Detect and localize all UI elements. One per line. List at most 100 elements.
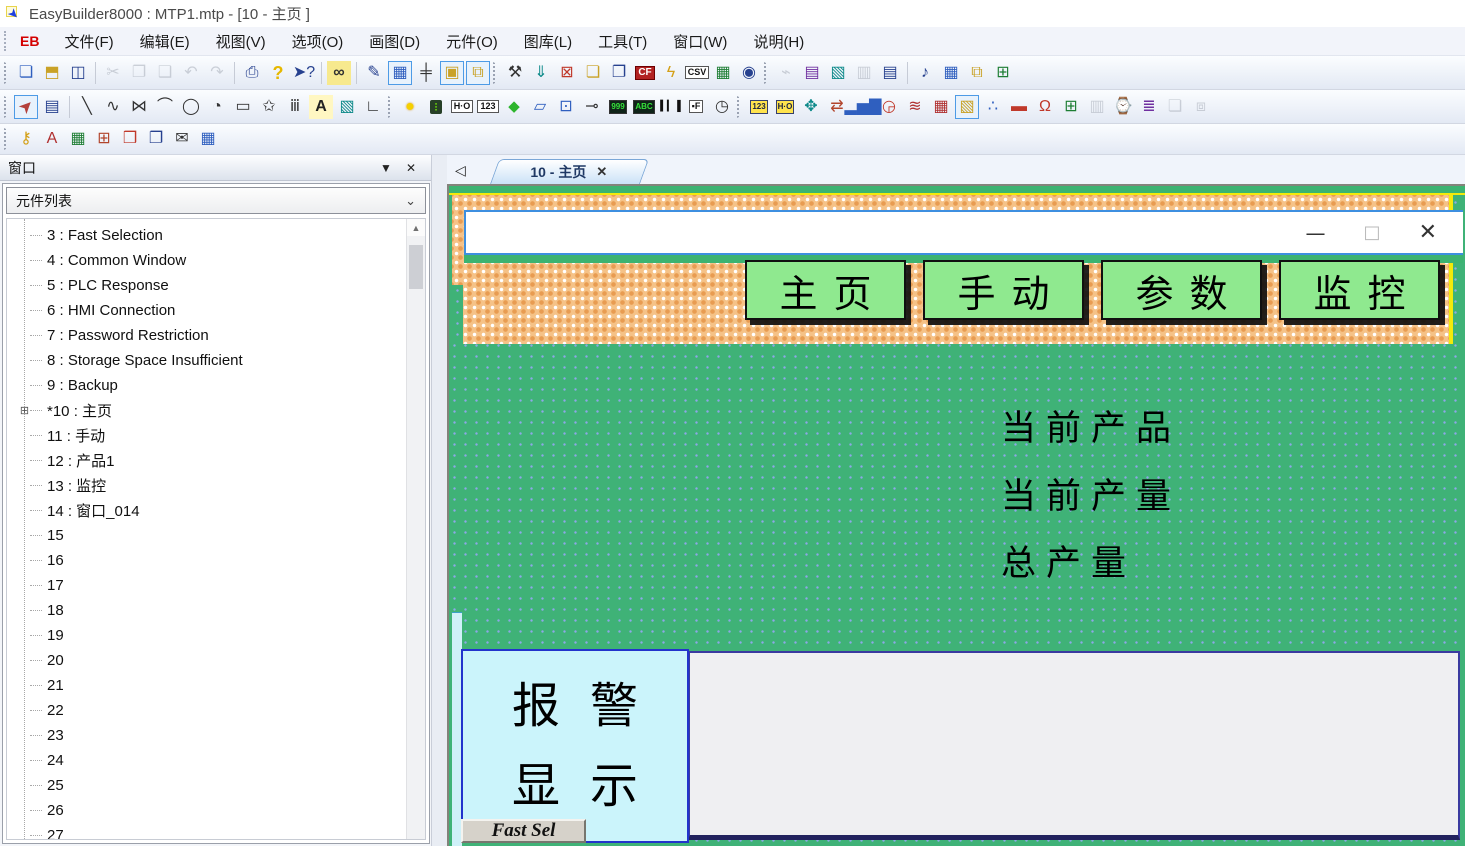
- picture-manager-icon[interactable]: ▧: [826, 61, 850, 85]
- tab-close-icon[interactable]: ✕: [596, 164, 607, 180]
- menu-grip[interactable]: [4, 31, 12, 51]
- tree-item[interactable]: 25: [7, 773, 405, 798]
- clipboard-clock-icon[interactable]: ❒: [118, 127, 142, 151]
- panel-close-icon[interactable]: ✕: [399, 161, 423, 175]
- open-file-icon[interactable]: ⬒: [40, 61, 64, 85]
- scrollbar-thumb[interactable]: [409, 245, 423, 289]
- picture-view-icon[interactable]: ▧: [955, 95, 979, 119]
- data-sampling-icon[interactable]: ≣: [1137, 95, 1161, 119]
- cf-card-icon[interactable]: CF: [633, 61, 657, 85]
- circle-icon[interactable]: ◯: [179, 95, 203, 119]
- save-icon[interactable]: ◫: [66, 61, 90, 85]
- usb-download-icon[interactable]: ⌁: [774, 61, 798, 85]
- design-top-strip[interactable]: [449, 186, 1465, 195]
- toolbar-icon[interactable]: [907, 62, 908, 84]
- schedule-icon[interactable]: ⊞: [92, 127, 116, 151]
- set-value-display-icon[interactable]: 123: [747, 95, 771, 119]
- timer-icon[interactable]: ◷: [710, 95, 734, 119]
- numeric-display-icon[interactable]: 999: [606, 95, 630, 119]
- toolbar-icon[interactable]: [4, 96, 9, 118]
- design-nav-button[interactable]: 参数: [1101, 260, 1262, 320]
- tree-item[interactable]: 15: [7, 523, 405, 548]
- tree-item[interactable]: 13 : 监控: [7, 473, 405, 498]
- context-help-icon[interactable]: ➤?: [292, 61, 316, 85]
- tree-item[interactable]: 3 : Fast Selection: [7, 223, 405, 248]
- tree-item[interactable]: ⊞ *10 : 主页: [7, 398, 405, 423]
- toolbar-icon[interactable]: [4, 62, 9, 84]
- fast-sel-button[interactable]: Fast Sel: [461, 819, 586, 843]
- scroll-up-icon[interactable]: ▲: [407, 219, 425, 236]
- tab-10-main-page[interactable]: 10 - 主页 ✕: [490, 159, 640, 184]
- data-table-icon[interactable]: ▦: [711, 61, 735, 85]
- label-library-icon[interactable]: ⧉: [965, 61, 989, 85]
- set-word-display-icon[interactable]: H·O: [773, 95, 797, 119]
- address-book-icon[interactable]: ▤: [800, 61, 824, 85]
- find-address-icon[interactable]: ∞: [327, 61, 351, 85]
- menu-item[interactable]: 图库(L): [511, 28, 585, 55]
- extended-function-icon[interactable]: ▪F: [684, 95, 708, 119]
- trend-display-icon[interactable]: ≋: [903, 95, 927, 119]
- scale-icon[interactable]: ⅲ: [283, 95, 307, 119]
- copy-window-icon[interactable]: ❐: [144, 127, 168, 151]
- bar-graph-icon[interactable]: ▂▅▇: [851, 95, 875, 119]
- new-file-icon[interactable]: ❏: [14, 61, 38, 85]
- polygon-icon[interactable]: ✩: [257, 95, 281, 119]
- import-window-icon[interactable]: ❐: [607, 61, 631, 85]
- tree-item[interactable]: 17: [7, 573, 405, 598]
- slider-icon[interactable]: ⊸: [580, 95, 604, 119]
- menu-item[interactable]: 编辑(E): [127, 28, 203, 55]
- toolbar-icon[interactable]: [737, 96, 742, 118]
- macro-icon[interactable]: ▦: [939, 61, 963, 85]
- window-preview-icon[interactable]: ▦: [66, 127, 90, 151]
- tree-item[interactable]: 23: [7, 723, 405, 748]
- scatter-chart-icon[interactable]: ∴: [981, 95, 1005, 119]
- export-window-icon[interactable]: ❏: [581, 61, 605, 85]
- tree-item[interactable]: 4 : Common Window: [7, 248, 405, 273]
- offline-simulation-icon[interactable]: ⊠: [555, 61, 579, 85]
- menu-item[interactable]: 视图(V): [203, 28, 279, 55]
- menu-item[interactable]: 选项(O): [279, 28, 357, 55]
- tree-item[interactable]: 11 : 手动: [7, 423, 405, 448]
- menu-item[interactable]: 文件(F): [51, 28, 126, 55]
- toolbar-icon[interactable]: [4, 128, 9, 150]
- toolbar-icon[interactable]: [95, 62, 96, 84]
- window-finder-icon[interactable]: ◉: [737, 61, 761, 85]
- history-table-icon[interactable]: ▦: [929, 95, 953, 119]
- element-list-dropdown[interactable]: 元件列表 ⌄: [6, 187, 426, 214]
- tree-item[interactable]: 12 : 产品1: [7, 448, 405, 473]
- user-password-icon[interactable]: ⚷: [14, 127, 38, 151]
- tree-item[interactable]: 16: [7, 548, 405, 573]
- text-icon[interactable]: A: [309, 95, 333, 119]
- event-display-icon[interactable]: ⊞: [1059, 95, 1083, 119]
- maximize-icon[interactable]: □: [1364, 222, 1381, 243]
- snap-to-grid-icon[interactable]: ╪: [414, 61, 438, 85]
- move-shape-icon[interactable]: ✥: [799, 95, 823, 119]
- toolbar-icon[interactable]: [69, 96, 70, 118]
- tree-item[interactable]: 21: [7, 673, 405, 698]
- tree-item[interactable]: 18: [7, 598, 405, 623]
- design-nav-button[interactable]: 手动: [923, 260, 1084, 320]
- tree-item[interactable]: 5 : PLC Response: [7, 273, 405, 298]
- system-settings-icon[interactable]: ⚒: [503, 61, 527, 85]
- ascii-display-icon[interactable]: ABC: [632, 95, 656, 119]
- history-chart-icon[interactable]: ▥: [1085, 95, 1109, 119]
- properties-icon[interactable]: ▤: [40, 95, 64, 119]
- alarm-panel[interactable]: 报警 显示: [461, 649, 689, 843]
- tree-item[interactable]: 24: [7, 748, 405, 773]
- string-table-icon[interactable]: ⊞: [991, 61, 1015, 85]
- direct-window-icon[interactable]: ▱: [528, 95, 552, 119]
- arc-icon[interactable]: ⌒: [153, 95, 177, 119]
- tree-item[interactable]: 7 : Password Restriction: [7, 323, 405, 348]
- multi-state-lamp-icon[interactable]: ⁝: [424, 95, 448, 119]
- tree-scrollbar[interactable]: ▲: [406, 219, 425, 839]
- corner-icon[interactable]: ∟: [361, 95, 385, 119]
- sheet-display-icon[interactable]: ❏: [1163, 95, 1187, 119]
- undo-icon[interactable]: ↶: [179, 61, 203, 85]
- tree-item[interactable]: 6 : HMI Connection: [7, 298, 405, 323]
- mail-icon[interactable]: ✉: [170, 127, 194, 151]
- tree-item[interactable]: 22: [7, 698, 405, 723]
- scheduler-icon[interactable]: ⌚: [1111, 95, 1135, 119]
- windows-overlap-icon[interactable]: ⧉: [466, 61, 490, 85]
- toolbar-icon[interactable]: [356, 62, 357, 84]
- panel-collapse-icon[interactable]: ▼: [373, 161, 399, 175]
